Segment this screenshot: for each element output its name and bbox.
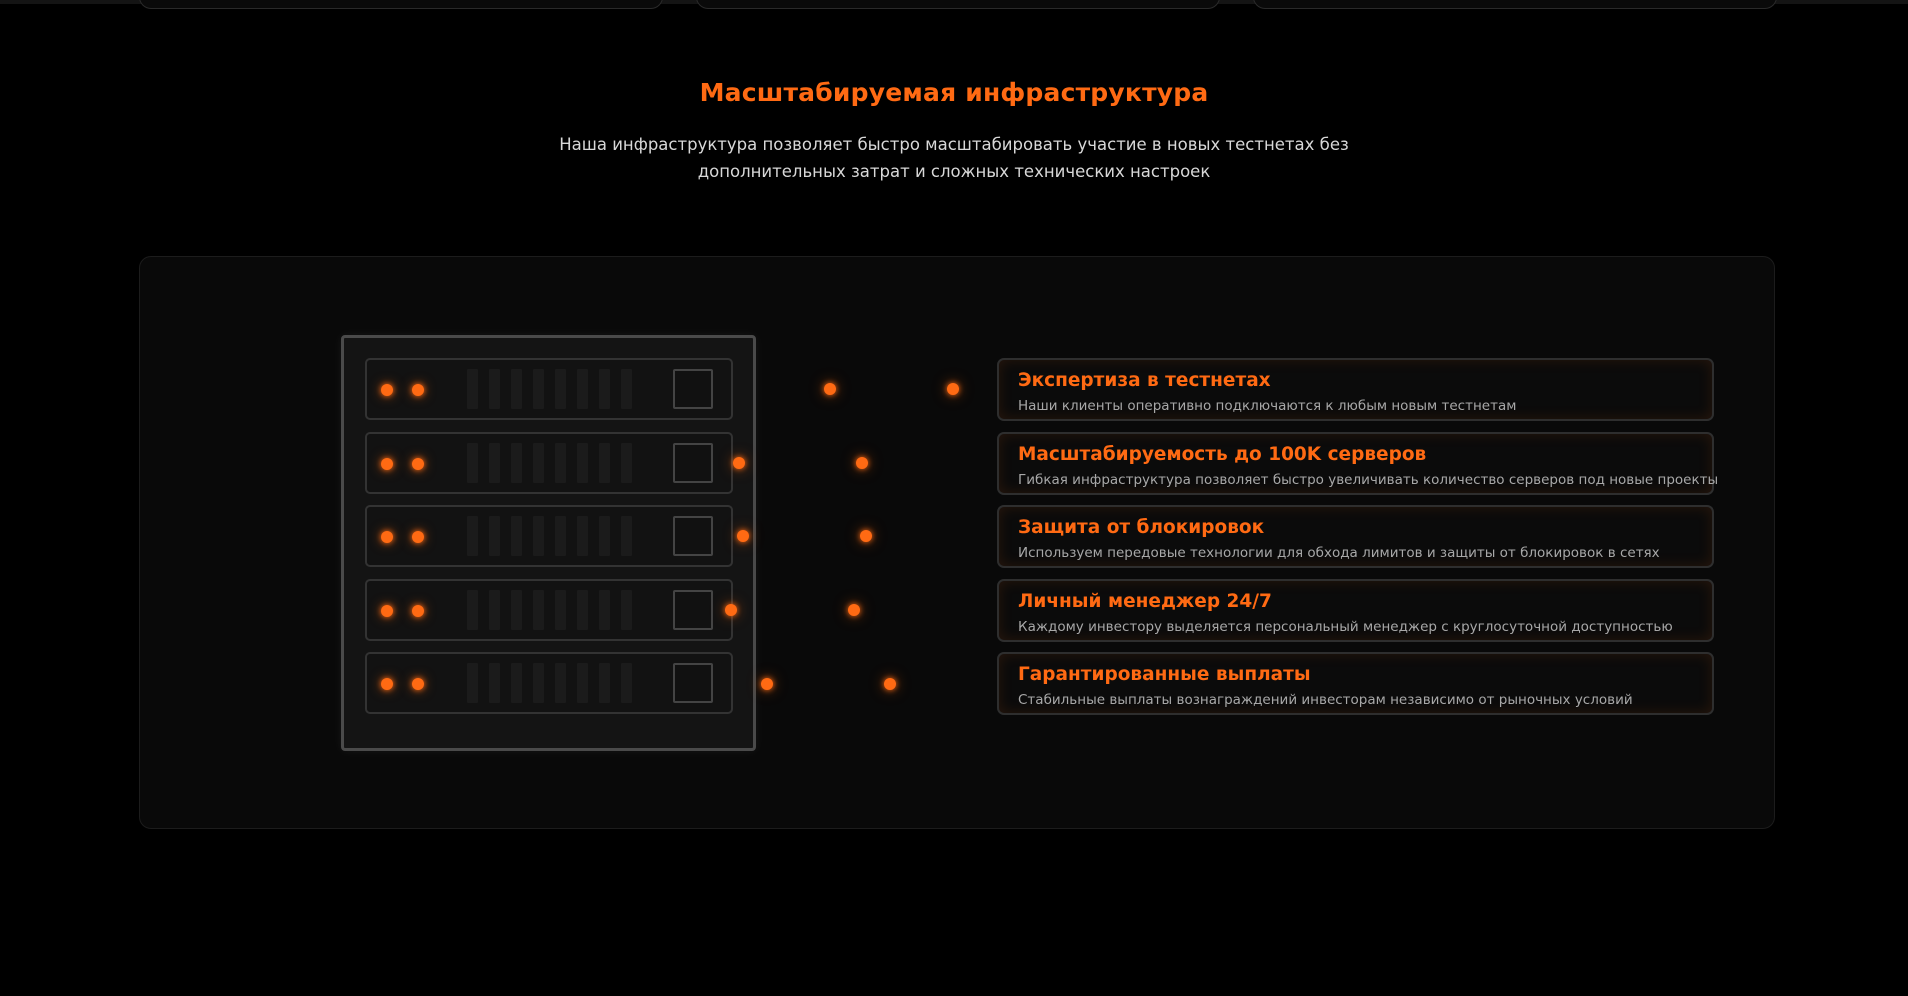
vent-slot — [621, 516, 632, 556]
feature-card-scalability: Масштабируемость до 100K серверов Гибкая… — [997, 432, 1718, 495]
vent-slot — [555, 369, 566, 409]
drive-bay-icon — [673, 663, 713, 703]
feature-title: Масштабируемость до 100K серверов — [1018, 444, 1427, 465]
feature-card-testnet-expertise: Экспертиза в тестнетах Наши клиенты опер… — [997, 358, 1714, 421]
vent-slot — [533, 516, 544, 556]
vent-slot — [467, 663, 478, 703]
connector-dot — [860, 530, 872, 542]
status-led-icon — [381, 678, 393, 690]
vent-slot — [511, 590, 522, 630]
vent-slot — [599, 443, 610, 483]
previous-card-3 — [1253, 0, 1777, 9]
connector-dot — [733, 457, 745, 469]
vent-slot — [533, 590, 544, 630]
vent-slot — [511, 443, 522, 483]
server-unit — [365, 652, 733, 714]
server-unit — [365, 432, 733, 494]
drive-bay-icon — [673, 516, 713, 556]
vent-slot — [555, 590, 566, 630]
vent-slot — [467, 590, 478, 630]
server-unit — [365, 358, 733, 420]
vent-slot — [621, 443, 632, 483]
drive-bay-icon — [673, 443, 713, 483]
status-led-icon — [381, 384, 393, 396]
vent-slot — [555, 516, 566, 556]
vent-slot — [511, 516, 522, 556]
connector-dot — [725, 604, 737, 616]
drive-bay-icon — [673, 369, 713, 409]
status-led-icon — [381, 605, 393, 617]
vent-slot — [577, 443, 588, 483]
previous-card-2 — [696, 0, 1220, 9]
server-rack-illustration — [341, 335, 756, 751]
feature-card-personal-manager: Личный менеджер 24/7 Каждому инвестору в… — [997, 579, 1714, 642]
connector-dot — [824, 383, 836, 395]
feature-description: Наши клиенты оперативно подключаются к л… — [1018, 398, 1517, 414]
server-unit — [365, 505, 733, 567]
feature-title: Гарантированные выплаты — [1018, 664, 1311, 685]
vent-slot — [621, 663, 632, 703]
status-led-icon — [381, 458, 393, 470]
connector-dot — [737, 530, 749, 542]
vent-slot — [489, 663, 500, 703]
feature-title: Защита от блокировок — [1018, 517, 1265, 538]
vent-slot — [467, 443, 478, 483]
vent-slot — [467, 369, 478, 409]
vent-slot — [621, 369, 632, 409]
connector-dot — [848, 604, 860, 616]
feature-title: Экспертиза в тестнетах — [1018, 370, 1271, 391]
feature-description: Стабильные выплаты вознаграждений инвест… — [1018, 692, 1633, 708]
vent-slot — [489, 443, 500, 483]
vent-slot — [577, 663, 588, 703]
status-led-icon — [412, 384, 424, 396]
feature-card-block-protection: Защита от блокировок Используем передовы… — [997, 505, 1714, 568]
vent-slot — [599, 590, 610, 630]
feature-card-guaranteed-payouts: Гарантированные выплаты Стабильные выпла… — [997, 652, 1714, 715]
status-led-icon — [412, 678, 424, 690]
vent-slot — [599, 369, 610, 409]
page: Масштабируемая инфраструктура Наша инфра… — [0, 0, 1908, 996]
status-led-icon — [412, 458, 424, 470]
drive-bay-icon — [673, 590, 713, 630]
status-led-icon — [381, 531, 393, 543]
connector-dot — [884, 678, 896, 690]
section-title: Масштабируемая инфраструктура — [699, 78, 1209, 107]
vent-slot — [511, 663, 522, 703]
vent-slot — [511, 369, 522, 409]
status-led-icon — [412, 605, 424, 617]
server-unit — [365, 579, 733, 641]
vent-slot — [489, 590, 500, 630]
feature-description: Каждому инвестору выделяется персональны… — [1018, 619, 1673, 635]
status-led-icon — [412, 531, 424, 543]
vent-slot — [533, 443, 544, 483]
vent-slot — [489, 369, 500, 409]
previous-card-1 — [139, 0, 663, 9]
feature-description: Гибкая инфраструктура позволяет быстро у… — [1018, 472, 1719, 488]
vent-slot — [467, 516, 478, 556]
vent-slot — [599, 516, 610, 556]
vent-slot — [599, 663, 610, 703]
connector-dot — [856, 457, 868, 469]
vent-slot — [489, 516, 500, 556]
vent-slot — [555, 443, 566, 483]
connector-dot — [947, 383, 959, 395]
vent-slot — [577, 369, 588, 409]
feature-description: Используем передовые технологии для обхо… — [1018, 545, 1660, 561]
feature-title: Личный менеджер 24/7 — [1018, 591, 1272, 612]
section-subtitle: Наша инфраструктура позволяет быстро мас… — [559, 135, 1349, 181]
vent-slot — [533, 369, 544, 409]
vent-slot — [621, 590, 632, 630]
vent-slot — [533, 663, 544, 703]
connector-dot — [761, 678, 773, 690]
vent-slot — [577, 516, 588, 556]
vent-slot — [577, 590, 588, 630]
vent-slot — [555, 663, 566, 703]
